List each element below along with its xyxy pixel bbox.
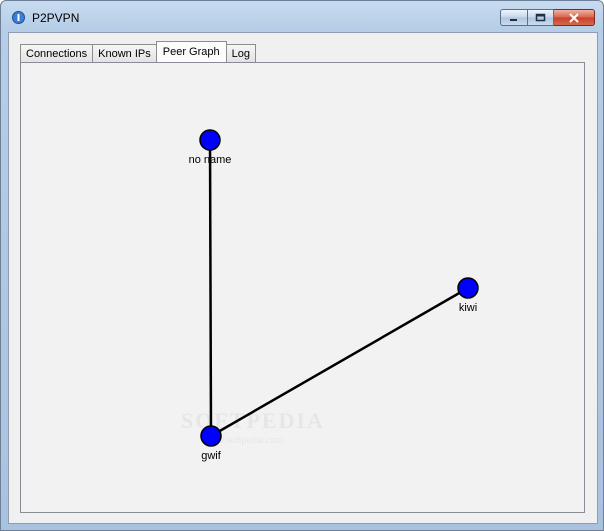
- minimize-button[interactable]: [500, 9, 527, 26]
- app-window: P2PVPN Connections Known IPs Peer Graph …: [0, 0, 604, 531]
- graph-nodes: no name kiwi gwif: [189, 129, 479, 462]
- peer-graph-panel: SOFTPEDIA www.softpedia.com no name kiwi g…: [20, 62, 585, 513]
- graph-node-no-name[interactable]: [199, 129, 221, 151]
- caption-buttons: [500, 9, 595, 27]
- peer-graph: no name kiwi gwif: [189, 129, 479, 462]
- tab-connections[interactable]: Connections: [20, 44, 94, 62]
- graph-node-label-no-name: no name: [189, 154, 232, 166]
- graph-node-label-gwif: gwif: [201, 450, 222, 462]
- window-title: P2PVPN: [32, 11, 80, 25]
- graph-node-gwif[interactable]: [200, 425, 222, 447]
- title-bar[interactable]: P2PVPN: [1, 1, 603, 35]
- maximize-button[interactable]: [527, 9, 554, 26]
- app-icon: [12, 11, 25, 24]
- tab-peer-graph[interactable]: Peer Graph: [155, 41, 227, 62]
- tab-known-ips[interactable]: Known IPs: [92, 44, 157, 62]
- restore-icon: [535, 13, 546, 22]
- minimize-icon: [510, 18, 517, 21]
- close-icon: [569, 12, 579, 23]
- graph-node-label-kiwi: kiwi: [459, 302, 477, 314]
- graph-node-kiwi[interactable]: [457, 277, 479, 299]
- close-button[interactable]: [554, 9, 595, 26]
- graph-edges: [208, 139, 469, 438]
- graph-edge-gwif-kiwi: [210, 286, 469, 438]
- graph-edge-gwif-no-name: [208, 139, 213, 437]
- client-area: Connections Known IPs Peer Graph Log SOF…: [8, 32, 598, 524]
- tab-log[interactable]: Log: [225, 44, 256, 62]
- tab-strip: Connections Known IPs Peer Graph Log: [20, 41, 256, 62]
